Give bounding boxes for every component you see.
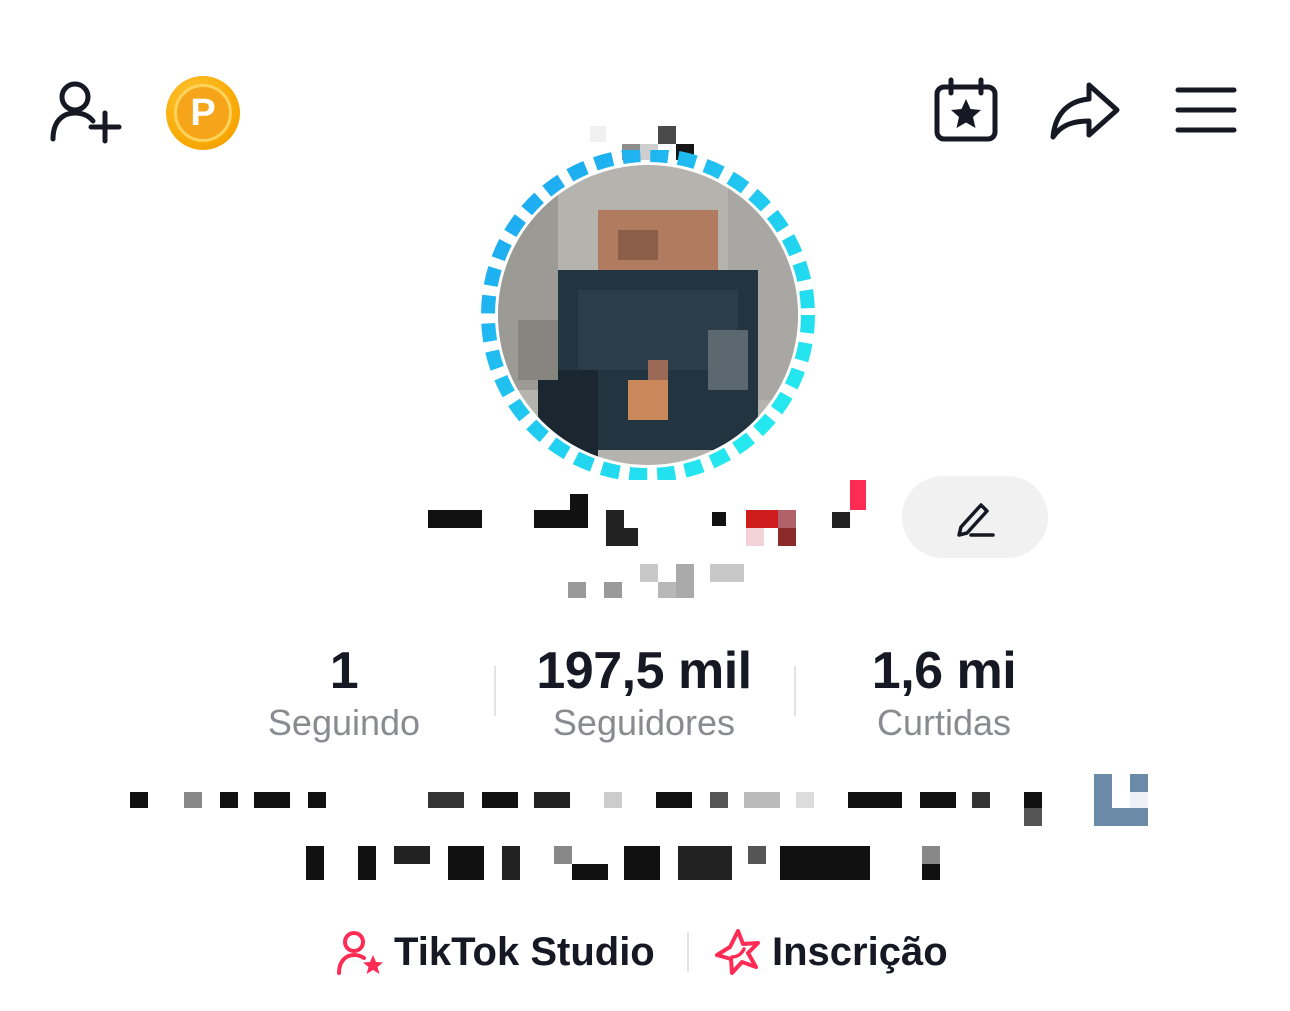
- share-icon: [1050, 82, 1120, 140]
- username-handle: [560, 560, 760, 602]
- stat-following[interactable]: 1 Seguindo: [194, 640, 494, 744]
- menu-icon: [1175, 87, 1237, 133]
- bio-text: [130, 770, 1160, 890]
- coin-letter: P: [190, 91, 216, 134]
- calendar-button[interactable]: [930, 76, 1002, 144]
- stat-likes[interactable]: 1,6 mi Curtidas: [794, 640, 1094, 744]
- menu-button[interactable]: [1172, 84, 1240, 136]
- display-name: [420, 476, 880, 548]
- subscription-label: Inscrição: [772, 929, 948, 974]
- star-badge-icon: [715, 929, 760, 975]
- avatar[interactable]: [478, 148, 818, 482]
- stat-following-value: 1: [329, 642, 359, 700]
- stat-followers-value: 197,5 mil: [536, 642, 752, 700]
- user-star-icon: [337, 931, 383, 975]
- add-friends-button[interactable]: [44, 76, 124, 146]
- stat-likes-value: 1,6 mi: [871, 642, 1017, 700]
- stat-following-label: Seguindo: [267, 702, 421, 743]
- stat-followers-label: Seguidores: [552, 702, 736, 743]
- coin-icon: P: [174, 84, 232, 142]
- share-profile-button[interactable]: [1048, 78, 1122, 142]
- links-divider: [687, 932, 689, 972]
- profile-links: TikTok Studio Inscrição: [330, 922, 970, 982]
- stat-followers[interactable]: 197,5 mil Seguidores: [494, 640, 794, 744]
- subscription-link[interactable]: Inscrição: [712, 922, 948, 982]
- coin-button[interactable]: P: [166, 76, 240, 150]
- stat-likes-label: Curtidas: [876, 702, 1012, 743]
- tiktok-studio-label: TikTok Studio: [394, 929, 655, 974]
- tiktok-studio-link[interactable]: TikTok Studio: [336, 922, 655, 982]
- add-user-icon: [50, 81, 122, 144]
- pencil-icon: [957, 503, 995, 537]
- calendar-star-icon: [934, 77, 998, 142]
- edit-profile-button[interactable]: [902, 476, 1048, 558]
- avatar-image: [481, 148, 815, 482]
